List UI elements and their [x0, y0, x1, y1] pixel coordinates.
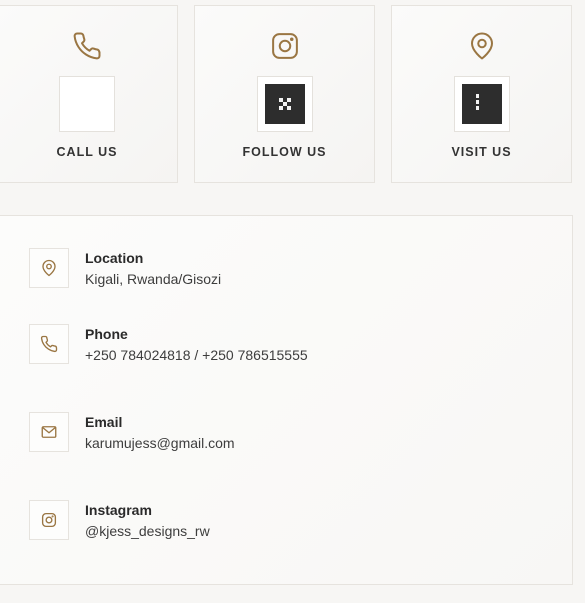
card-label: VISIT US: [451, 145, 512, 159]
email-title: Email: [85, 414, 123, 430]
phone-icon: [29, 324, 69, 364]
mail-icon: [29, 412, 69, 452]
email-row: Email karumujess@gmail.com: [29, 412, 235, 453]
map-pin-icon: [29, 248, 69, 288]
qr-code: [264, 84, 305, 124]
instagram-icon: [29, 500, 69, 540]
contact-info-panel: Location Kigali, Rwanda/Gisozi Phone +25…: [0, 215, 573, 585]
phone-icon: [71, 30, 103, 62]
instagram-row: Instagram @kjess_designs_rw: [29, 500, 210, 541]
qr-code-frame: [453, 76, 510, 132]
location-title: Location: [85, 250, 144, 266]
instagram-value[interactable]: @kjess_designs_rw: [85, 521, 210, 541]
instagram-title: Instagram: [85, 502, 152, 518]
call-us-card[interactable]: CALL US: [0, 5, 178, 183]
visit-us-card[interactable]: VISIT US: [391, 5, 572, 183]
follow-us-card[interactable]: FOLLOW US: [194, 5, 375, 183]
phone-value[interactable]: +250 784024818 / +250 786515555: [85, 345, 308, 365]
location-row: Location Kigali, Rwanda/Gisozi: [29, 248, 221, 289]
email-value[interactable]: karumujess@gmail.com: [85, 433, 235, 453]
location-value: Kigali, Rwanda/Gisozi: [85, 271, 222, 287]
qr-code-frame: [256, 76, 313, 132]
instagram-icon: [269, 30, 301, 62]
card-label: CALL US: [56, 145, 118, 159]
contact-section: CALL US FOLLOW US VISIT US Location Kiga…: [0, 0, 585, 603]
map-pin-icon: [466, 30, 498, 62]
qr-code: [461, 84, 502, 124]
card-label: FOLLOW US: [242, 145, 327, 159]
qr-code-frame: [59, 76, 115, 132]
phone-title: Phone: [85, 326, 128, 342]
phone-row: Phone +250 784024818 / +250 786515555: [29, 324, 308, 365]
